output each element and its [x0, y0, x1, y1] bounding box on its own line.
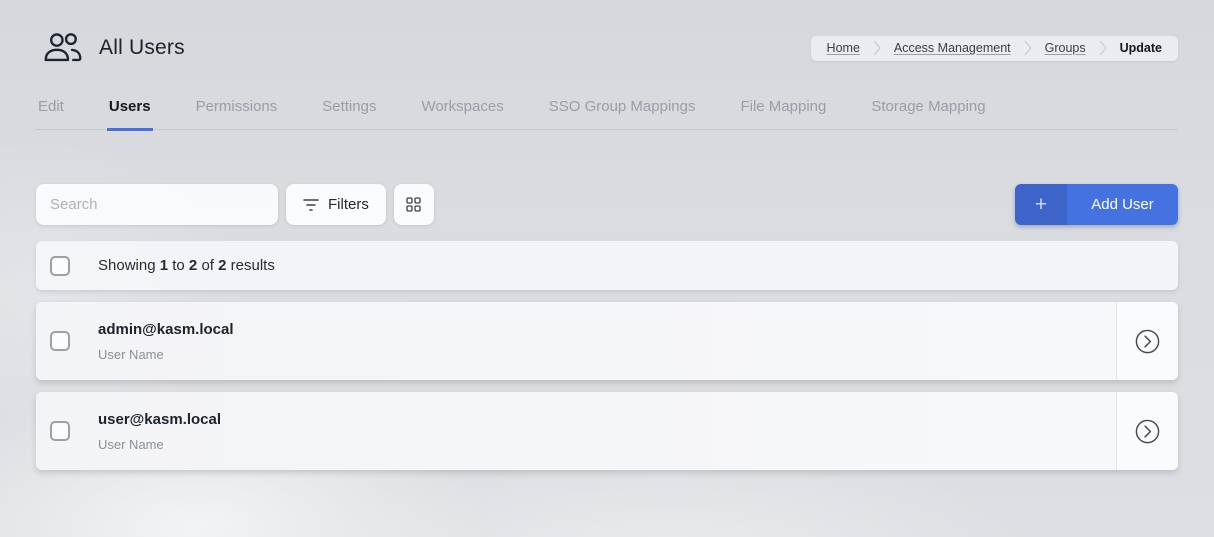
chevron-right-circle-icon	[1134, 328, 1161, 355]
results-bar: Showing 1 to 2 of 2 results	[36, 241, 1178, 290]
breadcrumb-item-groups[interactable]: Groups	[1035, 41, 1096, 55]
breadcrumb-item-home[interactable]: Home	[817, 41, 870, 55]
grid-view-button[interactable]	[394, 184, 434, 225]
filters-button-label: Filters	[328, 196, 369, 213]
plus-icon: +	[1015, 184, 1067, 225]
tab-settings[interactable]: Settings	[320, 92, 378, 131]
breadcrumb-item-update: Update	[1110, 41, 1172, 55]
title-wrap: All Users	[42, 31, 185, 65]
user-row-main: user@kasm.local User Name	[36, 392, 1116, 470]
chevron-right-separator-icon	[1021, 40, 1035, 56]
user-text: admin@kasm.local User Name	[98, 321, 234, 362]
results-summary: Showing 1 to 2 of 2 results	[98, 257, 275, 274]
search-input[interactable]	[36, 184, 278, 225]
username-field-label: User Name	[98, 347, 234, 362]
row-checkbox[interactable]	[50, 421, 70, 441]
breadcrumb: Home Access Management Groups Update	[811, 36, 1178, 61]
row-checkbox[interactable]	[50, 331, 70, 351]
chevron-right-separator-icon	[870, 40, 884, 56]
tab-workspaces[interactable]: Workspaces	[419, 92, 505, 131]
tab-permissions[interactable]: Permissions	[194, 92, 280, 131]
breadcrumb-item-access-management[interactable]: Access Management	[884, 41, 1021, 55]
filter-icon	[303, 198, 319, 212]
tab-sso-group-mappings[interactable]: SSO Group Mappings	[547, 92, 698, 131]
user-row-main: admin@kasm.local User Name	[36, 302, 1116, 380]
username-value: admin@kasm.local	[98, 321, 234, 338]
tab-edit[interactable]: Edit	[36, 92, 66, 131]
toolbar: Filters + Add User	[36, 184, 1178, 225]
select-all-checkbox[interactable]	[50, 256, 70, 276]
chevron-right-separator-icon	[1096, 40, 1110, 56]
grid-icon	[406, 197, 421, 212]
tab-file-mapping[interactable]: File Mapping	[738, 92, 828, 131]
filters-button[interactable]: Filters	[286, 184, 386, 225]
row-detail-button[interactable]	[1116, 392, 1178, 470]
tab-storage-mapping[interactable]: Storage Mapping	[869, 92, 987, 131]
tab-bar: Edit Users Permissions Settings Workspac…	[36, 92, 1178, 130]
add-user-button-label: Add User	[1067, 184, 1178, 225]
chevron-right-circle-icon	[1134, 418, 1161, 445]
username-value: user@kasm.local	[98, 411, 221, 428]
row-detail-button[interactable]	[1116, 302, 1178, 380]
add-user-button[interactable]: + Add User	[1015, 184, 1178, 225]
page-title: All Users	[99, 36, 185, 60]
table-row: admin@kasm.local User Name	[36, 302, 1178, 380]
username-field-label: User Name	[98, 437, 221, 452]
tab-users[interactable]: Users	[107, 92, 153, 131]
user-text: user@kasm.local User Name	[98, 411, 221, 452]
table-row: user@kasm.local User Name	[36, 392, 1178, 470]
page-header: All Users Home Access Management Groups …	[0, 0, 1214, 66]
all-users-page: All Users Home Access Management Groups …	[0, 0, 1214, 537]
people-icon	[42, 31, 84, 65]
